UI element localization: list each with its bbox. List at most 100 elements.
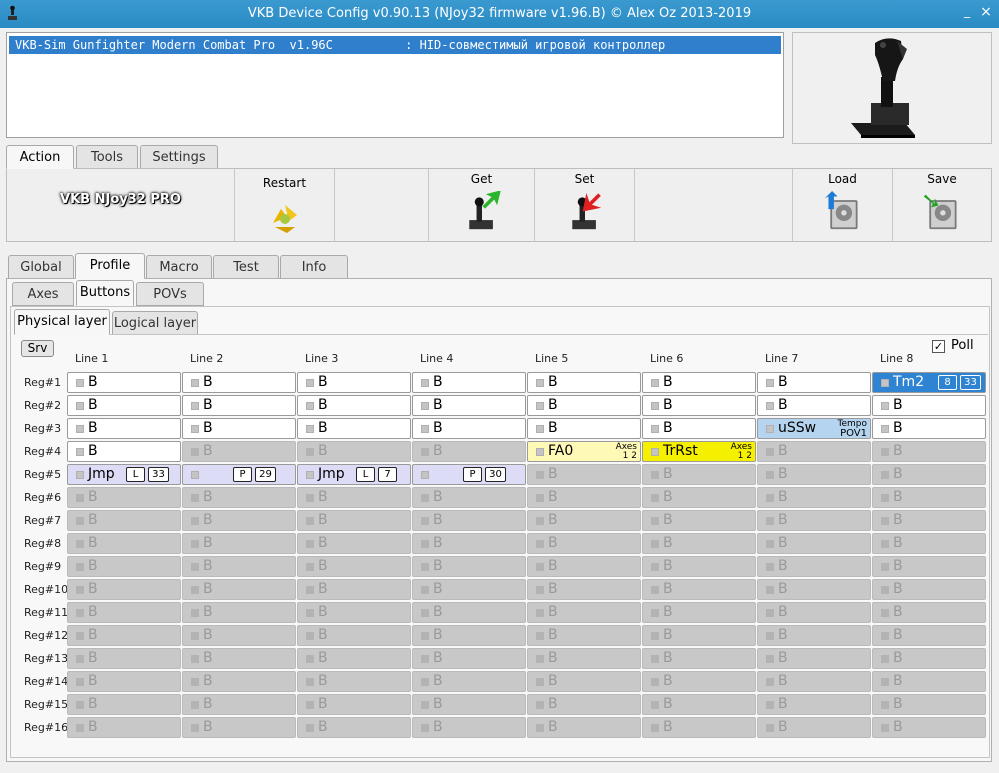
button-cell[interactable]: B xyxy=(872,441,986,462)
button-cell[interactable]: B xyxy=(757,602,871,623)
button-cell[interactable]: B xyxy=(757,648,871,669)
button-cell[interactable]: B xyxy=(527,671,641,692)
load-button[interactable]: Load xyxy=(793,169,893,241)
button-cell[interactable]: B xyxy=(412,717,526,738)
button-cell[interactable]: B xyxy=(412,441,526,462)
button-cell[interactable]: uSSw Tempo POV1 xyxy=(757,418,871,439)
button-cell[interactable]: P 30 xyxy=(412,464,526,485)
button-cell[interactable]: B xyxy=(527,464,641,485)
button-cell[interactable]: B xyxy=(412,648,526,669)
button-cell[interactable]: B xyxy=(527,556,641,577)
button-cell[interactable]: B xyxy=(527,694,641,715)
button-cell[interactable]: B xyxy=(642,717,756,738)
button-cell[interactable]: B xyxy=(527,648,641,669)
tab-buttons[interactable]: Buttons xyxy=(76,280,134,306)
button-cell[interactable]: B xyxy=(297,602,411,623)
button-cell[interactable]: B xyxy=(642,487,756,508)
button-cell[interactable]: B xyxy=(757,464,871,485)
get-button[interactable]: Get xyxy=(429,169,535,241)
button-cell[interactable]: B xyxy=(872,487,986,508)
button-cell[interactable]: B xyxy=(182,395,296,416)
button-cell[interactable]: B xyxy=(642,648,756,669)
srv-button[interactable]: Srv xyxy=(21,340,54,357)
button-cell[interactable]: B xyxy=(872,579,986,600)
tab-logical-layer[interactable]: Logical layer xyxy=(112,311,198,335)
button-cell[interactable]: B xyxy=(757,372,871,393)
set-button[interactable]: Set xyxy=(535,169,635,241)
tab-test[interactable]: Test xyxy=(213,255,279,279)
button-cell[interactable]: B xyxy=(182,487,296,508)
button-cell[interactable]: B xyxy=(412,694,526,715)
tab-tools[interactable]: Tools xyxy=(76,145,138,169)
button-cell[interactable]: B xyxy=(757,510,871,531)
button-cell[interactable]: B xyxy=(412,418,526,439)
button-cell[interactable]: B xyxy=(182,625,296,646)
close-button[interactable]: × xyxy=(978,4,994,22)
button-cell[interactable]: B xyxy=(527,510,641,531)
button-cell[interactable]: B xyxy=(182,694,296,715)
button-cell[interactable]: B xyxy=(642,510,756,531)
tab-profile[interactable]: Profile xyxy=(75,253,145,279)
button-cell[interactable]: FA0 Axes 1 2 xyxy=(527,441,641,462)
button-cell[interactable]: B xyxy=(297,418,411,439)
device-list-item-selected[interactable]: VKB-Sim Gunfighter Modern Combat Pro v1.… xyxy=(8,35,782,55)
button-cell[interactable]: B xyxy=(297,533,411,554)
tab-physical-layer[interactable]: Physical layer xyxy=(14,309,110,335)
button-cell[interactable]: TrRst Axes 1 2 xyxy=(642,441,756,462)
button-cell[interactable]: B xyxy=(67,487,181,508)
button-cell[interactable]: B xyxy=(297,671,411,692)
button-cell[interactable]: B xyxy=(527,487,641,508)
tab-settings[interactable]: Settings xyxy=(140,145,218,169)
button-cell[interactable]: P 29 xyxy=(182,464,296,485)
button-cell[interactable]: B xyxy=(412,372,526,393)
tab-axes[interactable]: Axes xyxy=(12,282,74,306)
tab-global[interactable]: Global xyxy=(8,255,74,279)
button-cell[interactable]: B xyxy=(297,648,411,669)
button-cell[interactable]: B xyxy=(757,717,871,738)
button-cell[interactable]: B xyxy=(527,395,641,416)
button-cell[interactable]: B xyxy=(297,694,411,715)
button-cell[interactable]: B xyxy=(527,372,641,393)
button-cell[interactable]: B xyxy=(182,648,296,669)
button-cell[interactable]: B xyxy=(412,487,526,508)
button-cell[interactable]: B xyxy=(872,464,986,485)
button-cell[interactable]: B xyxy=(872,510,986,531)
tab-info[interactable]: Info xyxy=(280,255,348,279)
button-cell[interactable]: B xyxy=(872,533,986,554)
button-cell[interactable]: B xyxy=(67,372,181,393)
button-cell[interactable]: B xyxy=(182,441,296,462)
button-cell[interactable]: B xyxy=(67,395,181,416)
button-cell[interactable]: B xyxy=(182,510,296,531)
button-cell[interactable]: B xyxy=(872,694,986,715)
button-cell[interactable]: B xyxy=(527,602,641,623)
button-cell[interactable]: B xyxy=(412,671,526,692)
button-cell[interactable]: B xyxy=(67,533,181,554)
button-cell[interactable]: B xyxy=(757,533,871,554)
button-cell[interactable]: B xyxy=(182,533,296,554)
button-cell[interactable]: B xyxy=(642,372,756,393)
poll-check-icon[interactable]: ✓ xyxy=(932,340,945,353)
button-cell[interactable]: B xyxy=(642,418,756,439)
button-cell[interactable]: B xyxy=(872,602,986,623)
button-cell[interactable]: B xyxy=(757,694,871,715)
restart-button[interactable]: Restart xyxy=(235,169,335,241)
button-cell[interactable]: B xyxy=(757,487,871,508)
button-cell[interactable]: B xyxy=(642,579,756,600)
button-cell[interactable]: B xyxy=(412,395,526,416)
button-cell[interactable]: B xyxy=(757,441,871,462)
button-cell[interactable]: B xyxy=(297,372,411,393)
button-cell[interactable]: B xyxy=(412,602,526,623)
button-cell[interactable]: B xyxy=(182,418,296,439)
save-button[interactable]: Save xyxy=(893,169,991,241)
tab-macro[interactable]: Macro xyxy=(146,255,212,279)
minimize-button[interactable]: _ xyxy=(960,4,974,22)
button-cell[interactable]: B xyxy=(642,533,756,554)
button-cell[interactable]: B xyxy=(642,671,756,692)
button-cell[interactable]: B xyxy=(757,395,871,416)
button-cell[interactable]: B xyxy=(67,602,181,623)
button-cell[interactable]: B xyxy=(67,717,181,738)
tab-povs[interactable]: POVs xyxy=(136,282,204,306)
button-cell[interactable]: B xyxy=(527,418,641,439)
button-cell[interactable]: B xyxy=(642,395,756,416)
button-cell[interactable]: B xyxy=(527,533,641,554)
